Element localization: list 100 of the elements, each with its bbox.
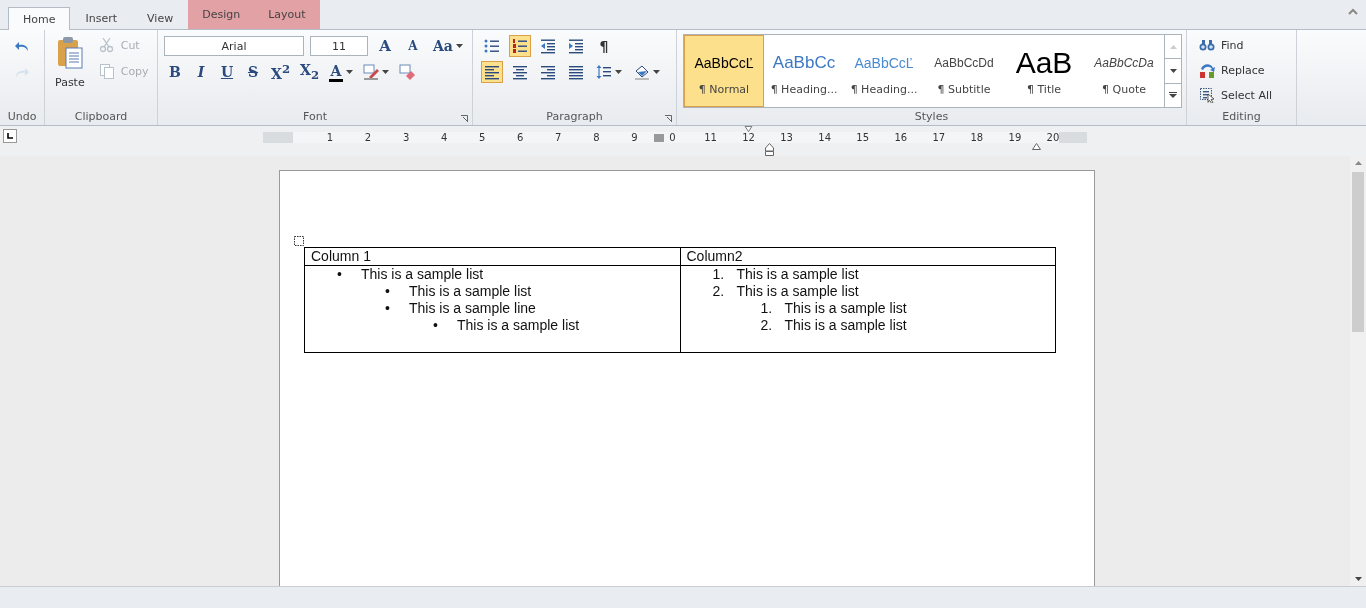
numbering-button[interactable] <box>509 35 531 57</box>
list-marker: • <box>385 300 391 317</box>
ribbon-tab[interactable]: Design <box>188 0 255 29</box>
vertical-scrollbar[interactable] <box>1350 156 1366 586</box>
ruler-number: 16 <box>894 131 908 144</box>
superscript-button[interactable]: X$^{2}$ <box>268 61 293 83</box>
align-right-icon <box>540 64 556 80</box>
list-item-text: This is a sample list <box>784 300 907 317</box>
ruler-number: 15 <box>856 131 870 144</box>
ruler-number: 9 <box>631 131 638 144</box>
case-button[interactable]: Aa <box>430 35 466 57</box>
style-gallery-item[interactable]: AaBbCcĽ ¶ Heading... <box>844 35 924 107</box>
list-marker: 1. <box>760 300 774 317</box>
ruler-number: 2 <box>364 131 372 144</box>
group-label: Paragraph <box>546 109 603 123</box>
find-button[interactable]: Find <box>1195 34 1292 56</box>
align-left-icon <box>484 64 500 80</box>
list-item-text: This is a sample list <box>409 283 532 300</box>
replace-icon <box>1199 62 1215 78</box>
ruler-number: 19 <box>1008 131 1022 144</box>
scroll-down-icon[interactable] <box>1354 577 1362 581</box>
bullets-icon <box>484 38 500 54</box>
ruler-number: 11 <box>704 131 717 144</box>
ruler-number: 20 <box>1046 131 1060 144</box>
italic-button[interactable]: I <box>190 61 212 83</box>
table-header-cell: Column 1 <box>304 247 680 266</box>
ruler-number: 18 <box>970 131 984 144</box>
group-label: Undo <box>7 109 37 123</box>
list-item-text: This is a sample list <box>736 266 859 283</box>
font-size-field[interactable]: 11 <box>310 36 368 56</box>
ribbon-tab[interactable]: View <box>132 7 189 29</box>
ruler-number: 12 <box>742 131 755 144</box>
style-gallery-item[interactable]: AaBbCcDa ¶ Quote <box>1084 35 1164 107</box>
column-marker-icon[interactable] <box>654 134 664 142</box>
list-marker: • <box>337 266 343 283</box>
style-gallery-item[interactable]: AaB ¶ Title <box>1004 35 1084 107</box>
collapse-ribbon-icon[interactable] <box>1348 8 1358 15</box>
ruler-number: 0 <box>669 131 676 144</box>
dialog-launcher-icon[interactable] <box>461 115 468 122</box>
ruler-number: 4 <box>440 131 448 144</box>
ruler-number: 8 <box>593 131 600 144</box>
table-header-cell: Column2 <box>680 247 1056 266</box>
ribbon-tab[interactable]: Insert <box>70 7 133 29</box>
copy-icon <box>98 63 115 79</box>
pilcrow-button[interactable]: ¶ <box>593 35 615 57</box>
list-item-text: This is a sample line <box>409 300 536 317</box>
outdent-icon <box>540 38 556 54</box>
down-arrow-icon <box>1169 69 1177 73</box>
more-arrow-icon <box>1169 92 1177 99</box>
subscript-button[interactable]: X$_{2}$ <box>297 61 322 83</box>
bold-button[interactable]: B <box>164 61 186 83</box>
underline-button[interactable]: U <box>216 61 238 83</box>
shrink-button[interactable]: A <box>402 35 424 57</box>
ribbon-tab[interactable]: Home <box>8 7 71 30</box>
list-marker: 2. <box>760 317 774 334</box>
align-left-button[interactable] <box>481 61 503 83</box>
indent-marker-icon[interactable] <box>765 143 774 156</box>
select-all-button[interactable]: Select All <box>1195 84 1292 106</box>
grow-button[interactable]: A <box>374 35 396 57</box>
highlight-icon <box>363 64 379 80</box>
ruler-number: 13 <box>780 131 793 144</box>
shading-icon <box>634 64 650 80</box>
ribbon-tab[interactable]: Layout <box>254 0 320 29</box>
dialog-launcher-icon[interactable] <box>665 115 672 122</box>
scroll-up-icon[interactable] <box>1354 161 1362 165</box>
numbering-icon <box>512 38 528 54</box>
indent-icon <box>568 38 584 54</box>
ruler-number: 7 <box>555 131 562 144</box>
align-center-icon <box>512 64 528 80</box>
list-marker: 2. <box>712 283 726 300</box>
justify-icon <box>568 64 584 80</box>
paste-button[interactable]: Paste <box>49 34 91 107</box>
ruler-number: 6 <box>517 131 524 144</box>
style-gallery-item[interactable]: AaBbCc ¶ Heading... <box>764 35 844 107</box>
group-label: Clipboard <box>74 109 128 123</box>
list-item-text: This is a sample list <box>457 317 580 334</box>
style-gallery-item[interactable]: AaBbCcĽ ¶ Normal <box>684 35 764 107</box>
cut-icon <box>98 37 115 53</box>
tab-stop-icon[interactable] <box>3 129 17 143</box>
highlight-button[interactable] <box>360 61 392 83</box>
list-marker: • <box>385 283 391 300</box>
line-spacing-icon <box>596 64 612 80</box>
ruler-number: 17 <box>932 131 946 144</box>
ruler-number: 1 <box>326 131 334 144</box>
list-marker: • <box>433 317 439 334</box>
list-item-text: This is a sample list <box>736 283 859 300</box>
replace-button[interactable]: Replace <box>1195 59 1292 81</box>
font-name-field[interactable]: Arial <box>164 36 304 56</box>
list-item-text: This is a sample list <box>784 317 907 334</box>
table-move-handle-icon[interactable] <box>294 236 304 246</box>
up-arrow-icon <box>1169 44 1177 49</box>
style-gallery-item[interactable]: AaBbCcDd ¶ Subtitle <box>924 35 1004 107</box>
group-label: Editing <box>1222 109 1261 123</box>
clipboard-icon <box>55 36 84 70</box>
find-icon <box>1199 37 1215 53</box>
select-all-icon <box>1199 87 1215 103</box>
group-label: Font <box>303 109 327 123</box>
strike-button[interactable]: S <box>242 61 264 83</box>
font-color-button[interactable]: A <box>326 61 356 83</box>
clear-format-button[interactable] <box>396 61 418 83</box>
